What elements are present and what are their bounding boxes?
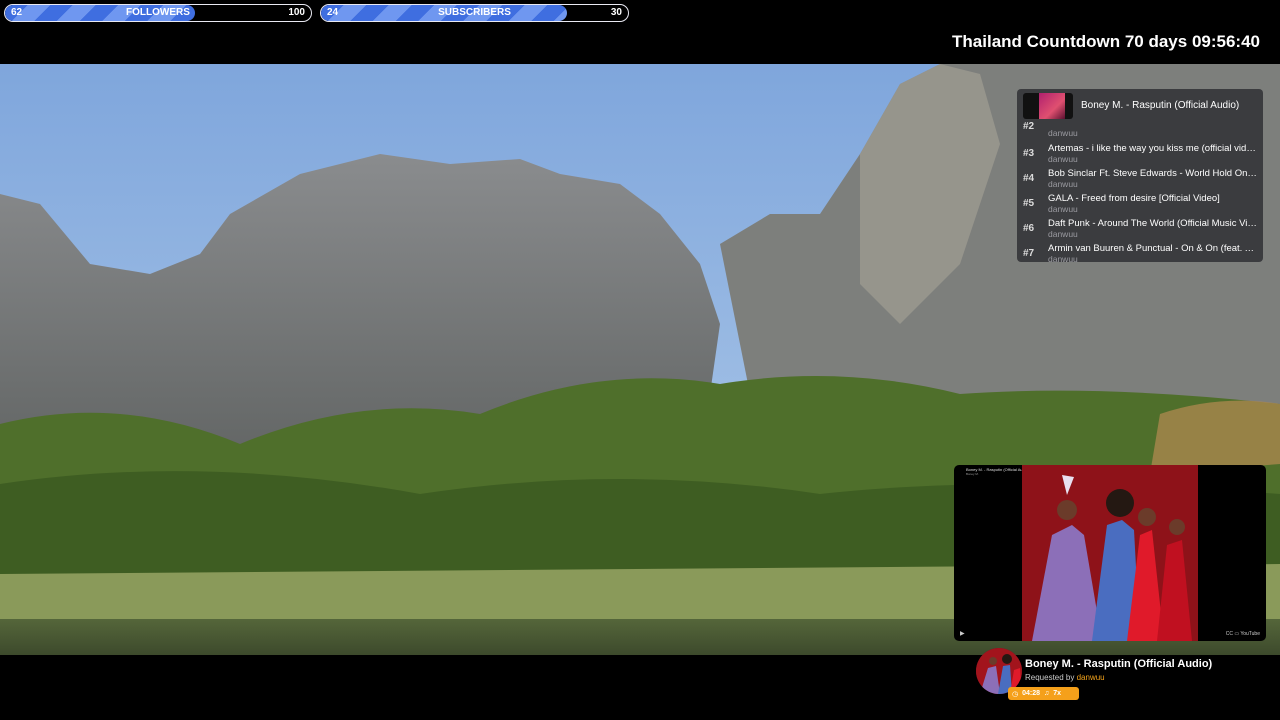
subscribers-label: SUBSCRIBERS: [438, 7, 511, 18]
requested-by: Requested by danwuu: [1025, 673, 1105, 682]
requested-by-user: danwuu: [1076, 673, 1105, 682]
song-info-pill: ◷ 04:28 ♫ 7x: [1008, 687, 1079, 700]
queue-item-user: danwuu: [1048, 154, 1078, 164]
queue-item-title: Bob Sinclar Ft. Steve Edwards - World Ho…: [1048, 168, 1258, 179]
requested-by-label: Requested by: [1025, 673, 1075, 682]
queue-item-user: danwuu: [1048, 254, 1078, 262]
song-duration: 04:28: [1022, 690, 1041, 697]
queue-item[interactable]: #7 Armin van Buuren & Punctual - On & On…: [1023, 243, 1259, 262]
music-note-icon: ♫: [1044, 690, 1050, 697]
queue-item-number: #3: [1023, 148, 1035, 159]
queue-item[interactable]: #3 Artemas - i like the way you kiss me …: [1023, 143, 1259, 168]
countdown-text: Thailand Countdown 70 days 09:56:40: [952, 32, 1260, 51]
queue-item-number: #5: [1023, 198, 1035, 209]
queue-item-user: danwuu: [1048, 229, 1078, 239]
song-queue-panel: Boney M. - Rasputin (Official Audio) #2 …: [1017, 89, 1263, 262]
album-art-illustration: [1022, 465, 1198, 641]
queue-item[interactable]: #4 Bob Sinclar Ft. Steve Edwards - World…: [1023, 168, 1259, 193]
queue-item-number: #2: [1023, 121, 1035, 132]
followers-goal-bar: 62 FOLLOWERS 100: [4, 4, 312, 22]
queue-item-number: #7: [1023, 248, 1035, 259]
followers-max: 100: [288, 7, 305, 18]
queue-item-title: Daft Punk - Around The World (Official M…: [1048, 218, 1258, 229]
video-player[interactable]: Boney M. - Rasputin (Official Audio) Bon…: [954, 465, 1266, 641]
now-playing-thumbnail: [1023, 93, 1073, 119]
queue-item-user: danwuu: [1048, 179, 1078, 189]
queue-item-title: Armin van Buuren & Punctual - On & On (f…: [1048, 243, 1258, 254]
queue-item-number: #4: [1023, 173, 1035, 184]
queue-item[interactable]: #6 Daft Punk - Around The World (Officia…: [1023, 218, 1259, 243]
queue-item-user: danwuu: [1048, 204, 1078, 214]
followers-label: FOLLOWERS: [126, 7, 190, 18]
clock-icon: ◷: [1012, 690, 1019, 698]
queue-item[interactable]: #5 GALA - Freed from desire [Official Vi…: [1023, 193, 1259, 218]
queue-item-title: GALA - Freed from desire [Official Video…: [1048, 193, 1220, 204]
player-controls[interactable]: CC ▭ YouTube: [1226, 631, 1260, 637]
now-playing-card-title: Boney M. - Rasputin (Official Audio): [1025, 658, 1213, 670]
album-art: [1022, 465, 1198, 641]
video-channel: Boney M.: [966, 472, 979, 476]
queue-item-number: #6: [1023, 223, 1035, 234]
play-count: 7x: [1053, 690, 1062, 697]
queue-now-playing[interactable]: Boney M. - Rasputin (Official Audio): [1023, 93, 1253, 119]
queue-item-title: Artemas - i like the way you kiss me (of…: [1048, 143, 1258, 154]
play-icon[interactable]: ▶: [960, 630, 965, 637]
now-playing-title: Boney M. - Rasputin (Official Audio): [1081, 100, 1240, 111]
queue-item-user: danwuu: [1048, 128, 1078, 138]
subscribers-goal-bar: 24 SUBSCRIBERS 30: [320, 4, 629, 22]
subscribers-max: 30: [610, 7, 622, 18]
now-playing-card: Boney M. - Rasputin (Official Audio) Req…: [976, 648, 1276, 706]
